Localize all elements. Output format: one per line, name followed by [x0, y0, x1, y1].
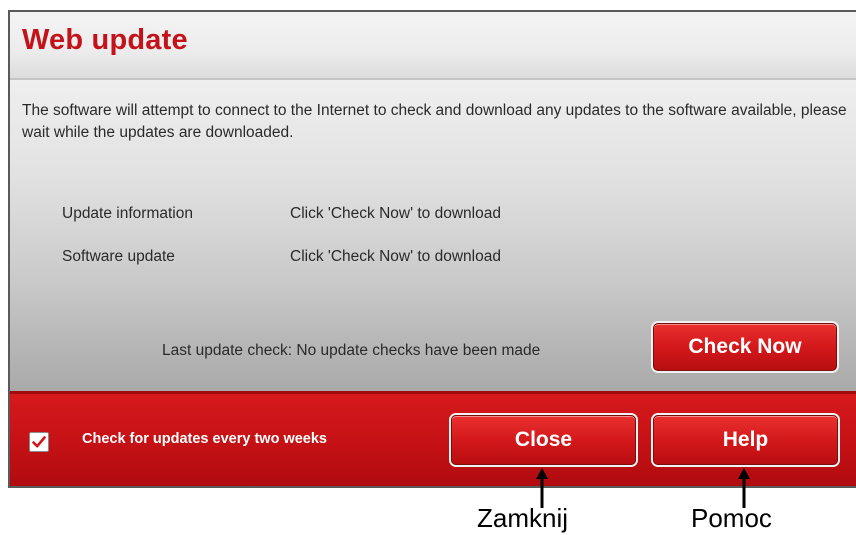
dialog-content: The software will attempt to connect to … — [10, 80, 856, 391]
web-update-dialog: Web update The software will attempt to … — [8, 10, 856, 488]
screenshot-stage: Web update The software will attempt to … — [0, 0, 856, 535]
description-text: The software will attempt to connect to … — [22, 102, 847, 141]
dialog-title: Web update — [22, 24, 188, 56]
help-annotation: Pomoc — [691, 503, 772, 533]
update-information-row: Update information Click 'Check Now' to d… — [62, 205, 501, 223]
software-update-status: Click 'Check Now' to download — [290, 248, 501, 265]
check-now-button[interactable]: Check Now — [653, 323, 837, 371]
auto-check-checkbox[interactable] — [29, 432, 49, 452]
dialog-footer: Check for updates every two weeks Close … — [10, 391, 856, 486]
up-arrow-icon — [738, 468, 750, 508]
auto-check-label[interactable]: Check for updates every two weeks — [82, 431, 327, 447]
help-button[interactable]: Help — [653, 415, 838, 465]
checkmark-icon — [32, 436, 46, 448]
close-annotation: Zamknij — [477, 503, 569, 533]
last-update-check-text: Last update check: No update checks have… — [162, 342, 541, 359]
up-arrow-icon — [536, 468, 548, 508]
software-update-row: Software update Click 'Check Now' to down… — [62, 248, 501, 266]
close-button[interactable]: Close — [451, 415, 636, 465]
update-information-status: Click 'Check Now' to download — [290, 205, 501, 222]
dialog-header: Web update — [10, 12, 856, 80]
software-update-label: Software update — [62, 248, 175, 265]
update-information-label: Update information — [62, 205, 193, 222]
